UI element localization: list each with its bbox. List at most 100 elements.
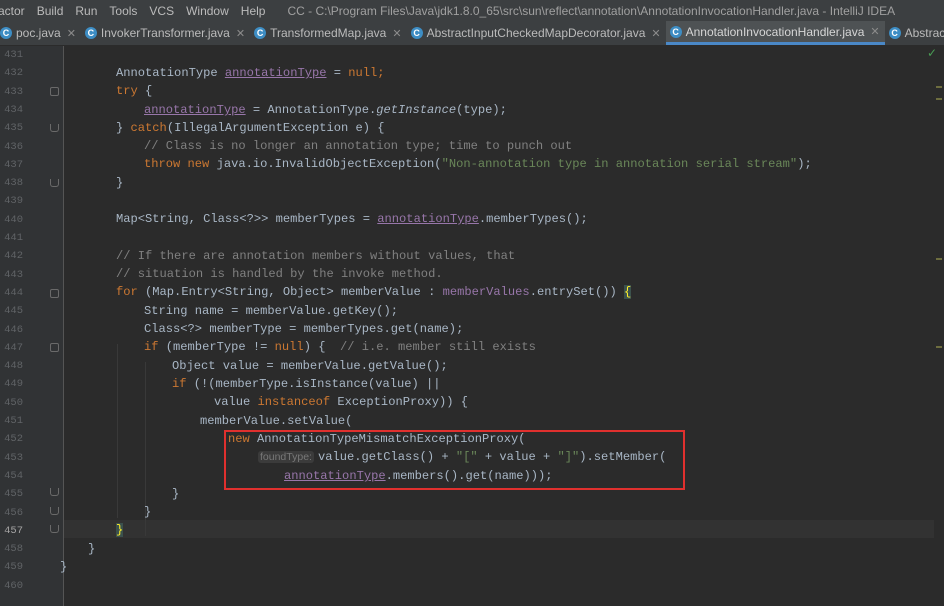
code-line-435: } catch(IllegalArgumentException e) { [116,121,385,135]
code-line-434: annotationType = AnnotationType.getInsta… [144,103,507,117]
line-number: 452 [4,433,23,446]
menu-help[interactable]: Help [235,4,272,18]
tab-label: poc.java [16,26,61,40]
menu-vcs[interactable]: VCS [143,4,180,18]
line-number: 451 [4,415,23,427]
line-number: 459 [4,561,23,574]
menu-refactor[interactable]: actor [0,4,31,18]
tab-abstract[interactable]: C Abstract [885,21,944,45]
tab-label: InvokerTransformer.java [100,26,230,40]
code-line-457: } [116,523,124,537]
code-area[interactable]: AnnotationType annotationType = null; tr… [60,46,930,606]
scroll-marker[interactable] [936,86,942,88]
scroll-marker[interactable] [936,98,942,100]
code-line-445: String name = memberValue.getKey(); [144,304,399,318]
tab-label: Abstract [904,26,944,40]
highlight-annotation-box [224,430,685,490]
fold-end-icon[interactable] [50,124,59,132]
java-class-icon: C [888,27,901,39]
line-number: 438 [4,177,23,190]
code-line-432: AnnotationType annotationType = null; [116,66,385,80]
java-class-icon: C [0,27,12,39]
fold-end-icon[interactable] [50,507,59,515]
java-class-icon: C [669,25,682,38]
menu-bar: actor Build Run Tools VCS Window Help CC… [0,0,944,21]
line-number: 446 [4,323,23,336]
line-number: 448 [4,360,23,373]
code-line-438: } [116,176,124,190]
fold-end-icon[interactable] [50,179,59,187]
line-number: 445 [4,305,23,318]
code-line-450: value instanceof ExceptionProxy)) { [214,395,469,409]
fold-end-icon[interactable] [50,488,59,496]
line-number: 453 [4,451,23,464]
close-icon[interactable]: ✕ [392,27,401,40]
code-line-451: memberValue.setValue( [200,414,353,428]
line-number: 432 [4,67,23,80]
line-number: 455 [4,488,23,501]
code-line-446: Class<?> memberType = memberTypes.get(na… [144,322,464,336]
menu-build[interactable]: Build [31,4,70,18]
line-number: 454 [4,469,23,482]
close-icon[interactable]: ✕ [651,27,660,40]
line-number: 449 [4,378,23,391]
java-class-icon: C [410,27,423,39]
line-number: 441 [4,232,23,244]
tab-label: TransformedMap.java [270,26,387,40]
close-icon[interactable]: ✕ [67,27,76,40]
fold-icon[interactable] [50,343,59,352]
code-line-443: // situation is handled by the invoke me… [116,267,443,281]
menu-tools[interactable]: Tools [103,4,143,18]
line-number: 435 [4,122,23,135]
code-editor[interactable]: 431 432 433 434 435 436 437 438 439 440 441 442 443 4… [0,46,944,606]
tab-invoker-transformer[interactable]: C InvokerTransformer.java ✕ [81,21,250,45]
java-class-icon: C [254,27,267,39]
code-line-442: // If there are annotation members witho… [116,249,516,263]
code-line-456: } [144,505,152,519]
code-line-433: try { [116,84,153,98]
tab-transformed-map[interactable]: C TransformedMap.java ✕ [250,21,407,45]
tab-poc[interactable]: C poc.java ✕ [0,21,81,45]
code-line-437: throw new java.io.InvalidObjectException… [144,157,812,171]
line-number: 457 [4,524,23,537]
java-class-icon: C [84,27,97,39]
code-line-449: if (!(memberType.isInstance(value) || [172,377,441,391]
line-number: 456 [4,506,23,519]
line-number: 439 [4,195,23,208]
scroll-marker[interactable] [936,346,942,348]
close-icon[interactable]: ✕ [236,27,245,40]
code-line-444: for (Map.Entry<String, Object> memberVal… [116,285,632,299]
fold-icon[interactable] [50,87,59,96]
line-number: 436 [4,140,23,153]
code-line-447: if (memberType != null) { // i.e. member… [144,340,536,354]
code-line-455: } [172,487,180,501]
code-line-459: } [60,560,68,574]
line-number: 450 [4,396,23,409]
tab-annotation-invocation-handler[interactable]: C AnnotationInvocationHandler.java ✕ [665,21,885,45]
fold-end-icon[interactable] [50,525,59,533]
editor-tab-bar: C poc.java ✕ C InvokerTransformer.java ✕… [0,21,944,46]
code-line-440: Map<String, Class<?>> memberTypes = anno… [116,212,588,226]
tab-label: AbstractInputCheckedMapDecorator.java [426,26,646,40]
code-line-436: // Class is no longer an annotation type… [144,139,573,153]
line-number: 442 [4,250,23,263]
code-line-458: } [88,542,96,556]
fold-icon[interactable] [50,289,59,298]
line-number: 431 [4,49,23,61]
menu-run[interactable]: Run [69,4,103,18]
error-stripe[interactable]: ✓ [927,46,944,606]
code-line-448: Object value = memberValue.getValue(); [172,359,448,373]
line-number: 443 [4,268,23,281]
line-number: 440 [4,213,23,226]
scroll-marker[interactable] [936,258,942,260]
checkmark-icon: ✓ [926,46,937,60]
window-title: CC - C:\Program Files\Java\jdk1.8.0_65\s… [287,3,896,18]
line-number: 444 [4,286,23,299]
tab-abstract-input-checked[interactable]: C AbstractInputCheckedMapDecorator.java … [407,21,666,45]
menu-window[interactable]: Window [180,4,235,18]
close-icon[interactable]: ✕ [870,25,879,38]
line-number: 434 [4,103,23,116]
line-number: 460 [4,579,23,592]
line-number: 437 [4,158,23,171]
line-number: 458 [4,543,23,556]
